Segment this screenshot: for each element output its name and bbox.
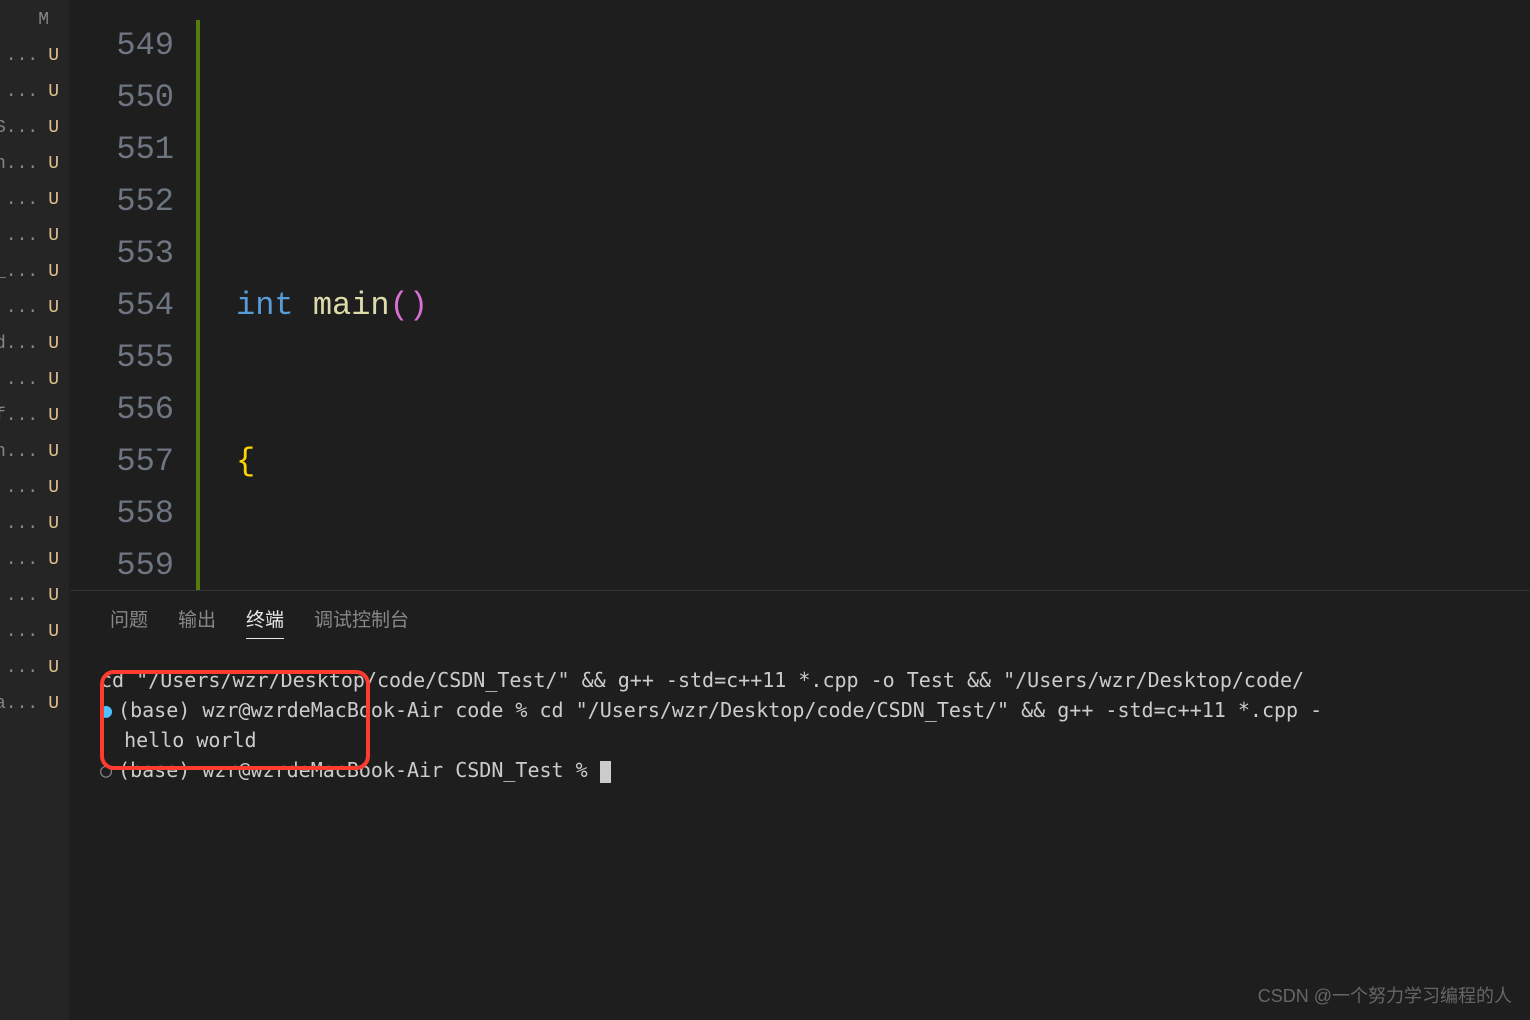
watermark-text: CSDN @一个努力学习编程的人: [1258, 982, 1512, 1008]
tab-debug-console[interactable]: 调试控制台: [314, 605, 409, 639]
line-number: 558: [70, 488, 174, 540]
line-number: 557: [70, 436, 174, 488]
line-number: 550: [70, 72, 174, 124]
sidebar-item[interactable]: n...U: [0, 146, 69, 182]
terminal-line: ●(base) wzr@wzrdeMacBook-Air code % cd "…: [100, 695, 1500, 725]
bottom-panel: 问题 输出 终端 调试控制台 cd "/Users/wzr/Desktop/co…: [70, 590, 1530, 1020]
sidebar-item[interactable]: ...U: [0, 290, 69, 326]
line-number: 551: [70, 124, 174, 176]
line-number: 552: [70, 176, 174, 228]
code-editor[interactable]: 549 550 551 552 553 554 555 556 557 558 …: [70, 0, 1530, 590]
sidebar-item[interactable]: ...U: [0, 38, 69, 74]
code-line[interactable]: {: [200, 436, 1530, 488]
tab-output[interactable]: 输出: [178, 605, 216, 639]
tab-problems[interactable]: 问题: [110, 605, 148, 639]
sidebar-item[interactable]: ...U: [0, 506, 69, 542]
line-number: 549: [70, 20, 174, 72]
sidebar-item[interactable]: d...U: [0, 326, 69, 362]
terminal[interactable]: cd "/Users/wzr/Desktop/code/CSDN_Test/" …: [70, 653, 1530, 1020]
code-line[interactable]: [200, 124, 1530, 176]
sidebar-item[interactable]: ...U: [0, 614, 69, 650]
sidebar-item[interactable]: ...U: [0, 182, 69, 218]
file-explorer-sidebar[interactable]: M ...U ...U S...U n...U ...U ...U _...U …: [0, 0, 70, 1020]
code-line[interactable]: int main(): [200, 280, 1530, 332]
terminal-cursor: [600, 761, 611, 783]
sidebar-item[interactable]: M: [0, 2, 69, 38]
line-number: 555: [70, 332, 174, 384]
tab-terminal[interactable]: 终端: [246, 605, 284, 639]
terminal-prompt-line[interactable]: ○(base) wzr@wzrdeMacBook-Air CSDN_Test %: [100, 755, 1500, 785]
sidebar-item[interactable]: _...U: [0, 254, 69, 290]
sidebar-item[interactable]: ...U: [0, 650, 69, 686]
sidebar-item[interactable]: ...U: [0, 218, 69, 254]
line-number-gutter: 549 550 551 552 553 554 555 556 557 558 …: [70, 0, 200, 590]
panel-tabs: 问题 输出 终端 调试控制台: [70, 591, 1530, 653]
sidebar-item[interactable]: a...U: [0, 686, 69, 722]
sidebar-item[interactable]: S...U: [0, 110, 69, 146]
line-number: 553: [70, 228, 174, 280]
sidebar-item[interactable]: n...U: [0, 434, 69, 470]
sidebar-item[interactable]: ...U: [0, 542, 69, 578]
code-content[interactable]: int main() { string s1("hello world"); s…: [200, 0, 1530, 590]
prompt-dot-filled-icon: ●: [100, 698, 112, 722]
sidebar-item[interactable]: ...U: [0, 578, 69, 614]
line-number: 554: [70, 280, 174, 332]
sidebar-item[interactable]: ...U: [0, 74, 69, 110]
prompt-dot-open-icon: ○: [100, 758, 112, 782]
terminal-line: cd "/Users/wzr/Desktop/code/CSDN_Test/" …: [100, 665, 1500, 695]
sidebar-item[interactable]: f...U: [0, 398, 69, 434]
terminal-output-line: hello world: [100, 725, 1500, 755]
sidebar-item[interactable]: ...U: [0, 362, 69, 398]
line-number: 559: [70, 540, 174, 590]
line-number: 556: [70, 384, 174, 436]
sidebar-item[interactable]: ...U: [0, 470, 69, 506]
